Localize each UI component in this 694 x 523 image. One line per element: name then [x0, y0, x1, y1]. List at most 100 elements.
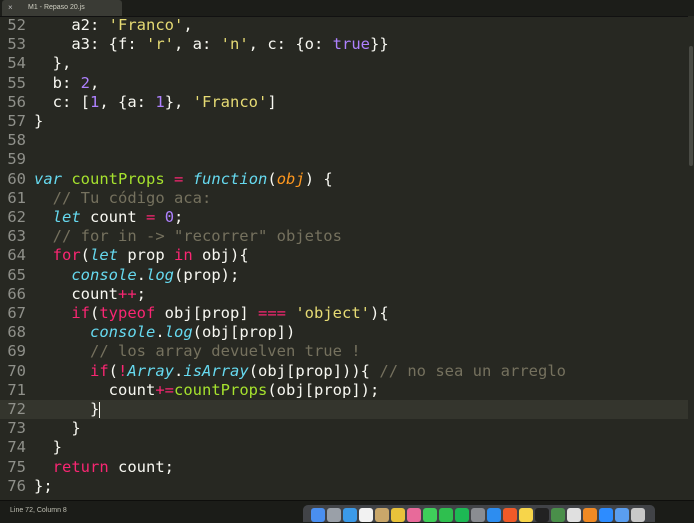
code-token: };	[34, 476, 53, 495]
code-token: }	[34, 438, 62, 457]
preview-icon[interactable]	[375, 508, 389, 522]
code-token: (	[80, 246, 91, 265]
code-token: ) {	[304, 169, 333, 188]
safari-icon[interactable]	[343, 508, 357, 522]
code-line[interactable]: 62 let count = 0;	[0, 208, 694, 227]
line-number: 54	[7, 54, 26, 73]
finder-icon[interactable]	[311, 508, 325, 522]
code-line[interactable]: 75 return count;	[0, 458, 694, 477]
downloads-icon[interactable]	[615, 508, 629, 522]
code-text[interactable]: // los array devuelven true !	[34, 342, 361, 361]
code-token: (	[108, 361, 119, 380]
trash-icon[interactable]	[631, 508, 645, 522]
code-line[interactable]: 54 },	[0, 54, 694, 73]
code-text[interactable]: }	[34, 419, 80, 438]
slack-icon[interactable]	[567, 508, 581, 522]
code-token: ;	[174, 208, 184, 226]
launchpad-icon[interactable]	[327, 508, 341, 522]
code-text[interactable]: a2: 'Franco',	[34, 16, 192, 35]
code-token: if	[90, 361, 109, 380]
scrollbar-thumb[interactable]	[689, 46, 693, 166]
code-token: 'object'	[295, 304, 370, 322]
code-text[interactable]: a3: {f: 'r', a: 'n', c: {o: true}}	[34, 35, 388, 54]
activity-monitor-icon[interactable]	[551, 508, 565, 522]
code-line[interactable]: 59	[0, 150, 694, 169]
code-text[interactable]: },	[34, 54, 72, 73]
code-text[interactable]: return count;	[34, 458, 174, 477]
code-text[interactable]: c: [1, {a: 1}, 'Franco']	[34, 93, 277, 112]
facetime-icon[interactable]	[439, 508, 453, 522]
code-line[interactable]: 61 // Tu código aca:	[0, 189, 694, 208]
code-line[interactable]: 69 // los array devuelven true !	[0, 342, 694, 361]
tab-bar: × M1 - Repaso 20.js	[0, 0, 694, 17]
code-line[interactable]: 63 // for in -> "recorrer" objetos	[0, 227, 694, 246]
tab-m1-repaso[interactable]: × M1 - Repaso 20.js	[2, 0, 122, 16]
code-text[interactable]: console.log(prop);	[34, 266, 239, 285]
sublime-text-icon[interactable]	[583, 508, 597, 522]
code-line[interactable]: 58	[0, 131, 694, 150]
code-line[interactable]: 70 if(!Array.isArray(obj[prop])){ // no …	[0, 362, 694, 381]
close-tab-icon[interactable]: ×	[8, 3, 13, 12]
code-text[interactable]: count++;	[34, 285, 146, 304]
line-number: 52	[7, 16, 26, 34]
code-token: function	[192, 169, 268, 188]
zoom-icon[interactable]	[599, 508, 613, 522]
vertical-scrollbar[interactable]	[688, 16, 694, 500]
code-line[interactable]: 71 count+=countProps(obj[prop]);	[0, 381, 694, 400]
code-line[interactable]: 72 }	[0, 400, 694, 420]
code-line[interactable]: 53 a3: {f: 'r', a: 'n', c: {o: true}}	[0, 35, 694, 54]
notes-icon[interactable]	[519, 508, 533, 522]
spotify-icon[interactable]	[455, 508, 469, 522]
code-token: obj){	[192, 246, 249, 265]
code-token: log	[146, 265, 174, 284]
code-editor[interactable]: 52 a2: 'Franco', 53 a3: {f: 'r', a: 'n', …	[0, 16, 694, 500]
code-line[interactable]: 66 count++;	[0, 285, 694, 304]
code-text[interactable]: }	[34, 400, 101, 419]
code-token: 'Franco'	[192, 92, 268, 111]
brave-icon[interactable]	[503, 508, 517, 522]
messages-icon[interactable]	[423, 508, 437, 522]
code-text[interactable]: for(let prop in obj){	[34, 246, 249, 265]
code-line[interactable]: 52 a2: 'Franco',	[0, 16, 694, 35]
code-token: ;	[136, 284, 147, 303]
calendar-icon[interactable]	[359, 508, 373, 522]
macos-dock	[303, 505, 655, 522]
code-text[interactable]: }	[34, 112, 43, 131]
code-text[interactable]: var countProps = function(obj) {	[34, 170, 333, 189]
code-token: var	[34, 169, 62, 188]
code-token: 'Franco'	[108, 16, 184, 34]
code-text[interactable]: if(!Array.isArray(obj[prop])){ // no sea…	[34, 362, 566, 381]
terminal-icon[interactable]	[535, 508, 549, 522]
code-text[interactable]: // Tu código aca:	[34, 189, 212, 208]
code-line[interactable]: 64 for(let prop in obj){	[0, 246, 694, 265]
code-text[interactable]: if(typeof obj[prop] === 'object'){	[34, 304, 388, 323]
code-text[interactable]: };	[34, 477, 53, 496]
code-text[interactable]: console.log(obj[prop])	[34, 323, 295, 342]
code-text[interactable]: let count = 0;	[34, 208, 184, 227]
code-token: console	[90, 323, 156, 342]
code-line[interactable]: 68 console.log(obj[prop])	[0, 323, 694, 342]
code-text[interactable]: }	[34, 438, 62, 457]
line-number: 59	[7, 150, 26, 169]
code-line[interactable]: 56 c: [1, {a: 1}, 'Franco']	[0, 93, 694, 112]
code-line[interactable]: 57}	[0, 112, 694, 131]
code-line[interactable]: 73 }	[0, 419, 694, 438]
system-preferences-icon[interactable]	[471, 508, 485, 522]
code-token: , {a:	[99, 92, 156, 111]
line-number: 58	[7, 131, 26, 150]
chrome-icon[interactable]	[391, 508, 405, 522]
photos-icon[interactable]	[407, 508, 421, 522]
code-line[interactable]: 67 if(typeof obj[prop] === 'object'){	[0, 304, 694, 323]
code-text[interactable]: count+=countProps(obj[prop]);	[34, 381, 380, 400]
code-line[interactable]: 55 b: 2,	[0, 74, 694, 93]
code-line[interactable]: 60 var countProps = function(obj) {	[0, 170, 694, 189]
code-line[interactable]: 65 console.log(prop);	[0, 266, 694, 285]
code-line[interactable]: 74 }	[0, 438, 694, 457]
code-token: 'r'	[145, 35, 174, 54]
code-text[interactable]: b: 2,	[34, 74, 100, 93]
code-line[interactable]: 76};	[0, 477, 694, 496]
app-store-icon[interactable]	[487, 508, 501, 522]
code-text[interactable]: // for in -> "recorrer" objetos	[34, 227, 342, 246]
